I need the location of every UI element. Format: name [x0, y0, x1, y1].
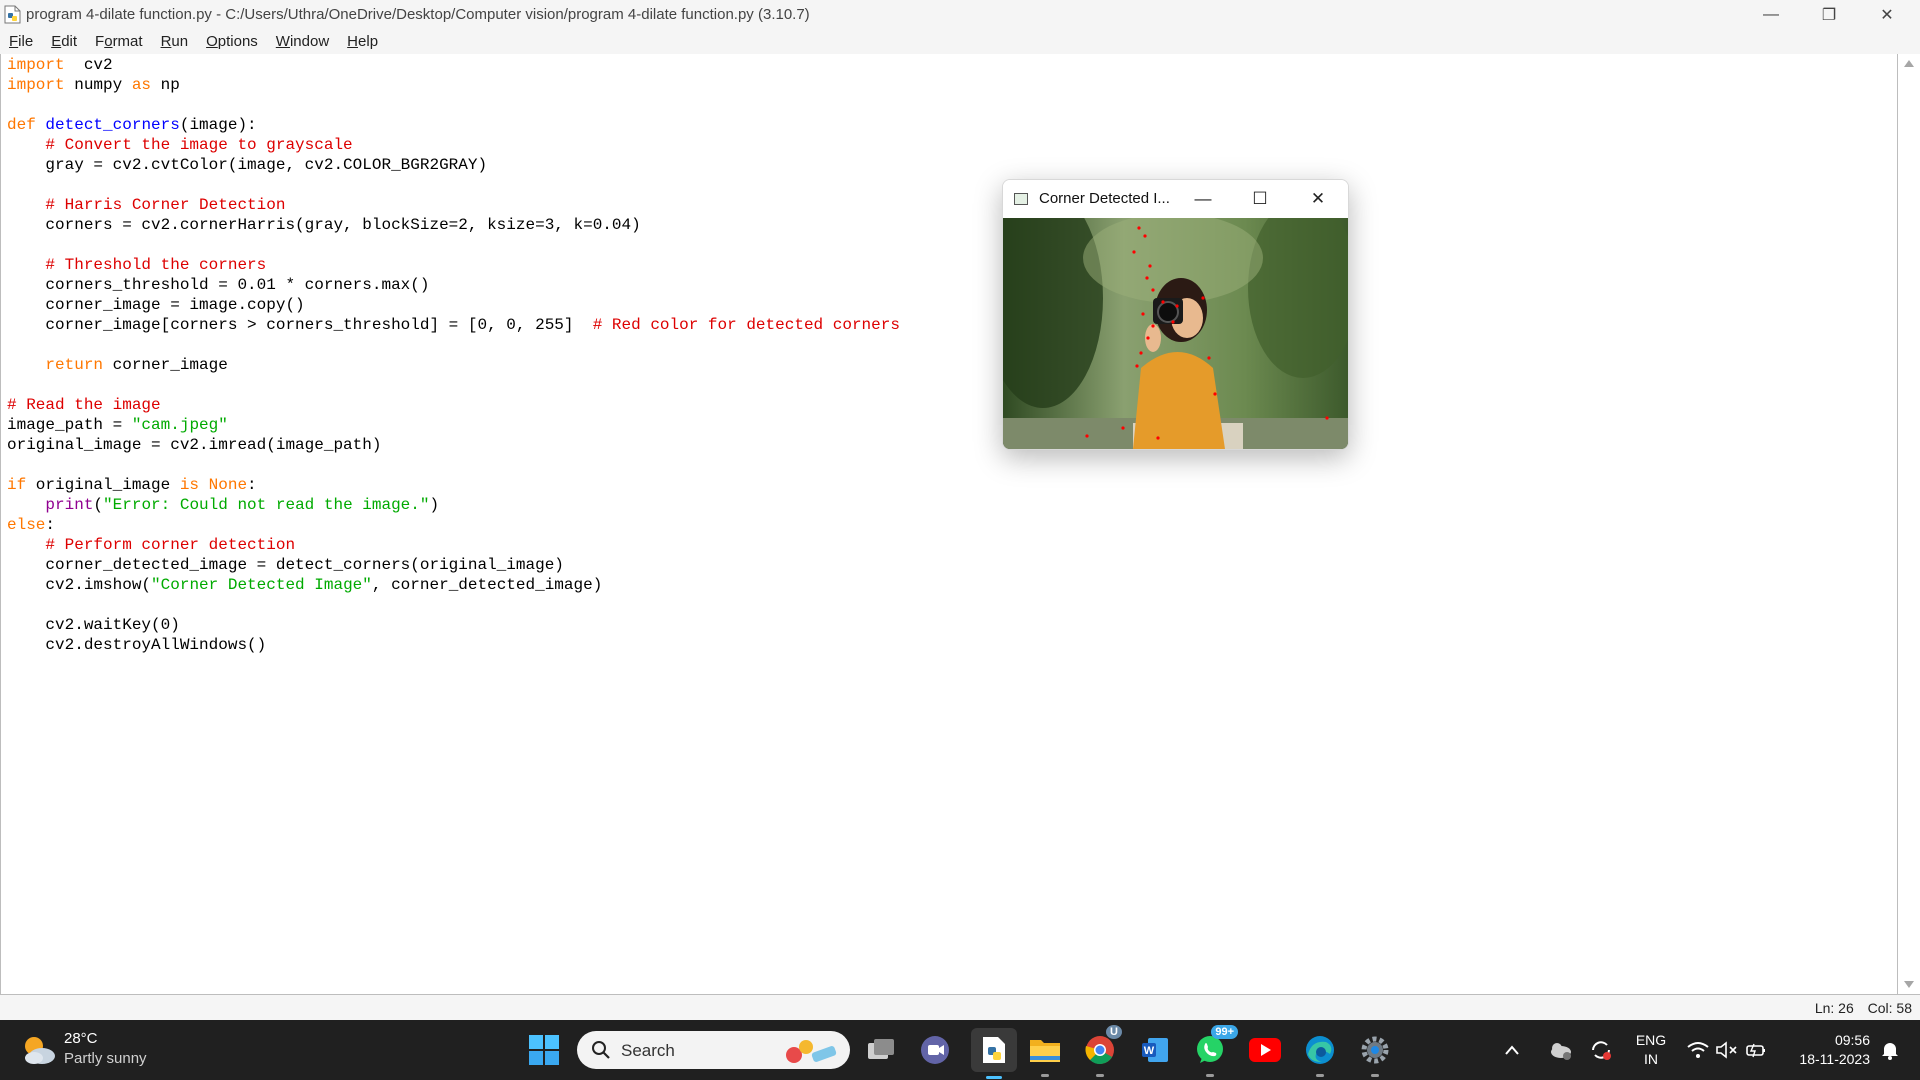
- clock-time[interactable]: 09:56: [1780, 1032, 1870, 1048]
- minimize-button[interactable]: —: [1742, 0, 1800, 29]
- menu-item-4[interactable]: Options: [197, 33, 267, 50]
- search-box[interactable]: Search: [577, 1031, 850, 1069]
- cv-title-bar[interactable]: Corner Detected I... — ☐ ✕: [1003, 180, 1348, 218]
- svg-text:W: W: [1144, 1045, 1155, 1057]
- code-line[interactable]: if original_image is None:: [7, 475, 900, 495]
- code-text[interactable]: import cv2 import numpy as np def detect_…: [7, 55, 900, 655]
- code-line[interactable]: # Convert the image to grayscale: [7, 135, 900, 155]
- menu-item-3[interactable]: Run: [152, 33, 198, 50]
- code-line[interactable]: # Harris Corner Detection: [7, 195, 900, 215]
- code-editor[interactable]: import cv2 import numpy as np def detect_…: [0, 54, 1898, 994]
- code-line[interactable]: # Perform corner detection: [7, 535, 900, 555]
- teams-chat-icon[interactable]: [915, 1030, 955, 1070]
- menu-item-5[interactable]: Window: [267, 33, 338, 50]
- code-line[interactable]: original_image = cv2.imread(image_path): [7, 435, 900, 455]
- code-line[interactable]: [7, 175, 900, 195]
- vertical-scrollbar[interactable]: [1898, 54, 1920, 994]
- cv-maximize-button[interactable]: ☐: [1232, 180, 1288, 218]
- code-line[interactable]: import cv2: [7, 55, 900, 75]
- code-line[interactable]: corner_image = image.copy(): [7, 295, 900, 315]
- code-line[interactable]: print("Error: Could not read the image."…: [7, 495, 900, 515]
- python-idle-taskbar-icon[interactable]: [971, 1028, 1017, 1079]
- cv-window-title: Corner Detected I...: [1039, 190, 1170, 207]
- edge-icon[interactable]: [1300, 1030, 1340, 1077]
- language-region[interactable]: IN: [1634, 1051, 1668, 1067]
- search-label: Search: [621, 1041, 675, 1060]
- python-file-icon: [4, 5, 21, 24]
- scroll-down-icon[interactable]: [1904, 981, 1914, 988]
- window-title: program 4-dilate function.py - C:/Users/…: [26, 6, 810, 23]
- whatsapp-unread-badge: 99+: [1211, 1025, 1238, 1039]
- code-line[interactable]: gray = cv2.cvtColor(image, cv2.COLOR_BGR…: [7, 155, 900, 175]
- settings-gear-icon[interactable]: [1355, 1030, 1395, 1077]
- chevron-up-icon[interactable]: [1502, 1030, 1522, 1070]
- task-view-icon[interactable]: [861, 1030, 901, 1070]
- clock-date[interactable]: 18-11-2023: [1780, 1051, 1870, 1067]
- code-line[interactable]: [7, 375, 900, 395]
- chrome-icon[interactable]: U: [1080, 1025, 1122, 1077]
- windows-start-icon[interactable]: [524, 1030, 564, 1070]
- code-line[interactable]: corner_detected_image = detect_corners(o…: [7, 555, 900, 575]
- menu-bar: File Edit Format Run Options Window Help: [0, 29, 1920, 54]
- code-line[interactable]: # Threshold the corners: [7, 255, 900, 275]
- status-bar: Ln: 26 Col: 58: [0, 995, 1920, 1020]
- cv-minimize-button[interactable]: —: [1175, 180, 1231, 218]
- code-line[interactable]: # Read the image: [7, 395, 900, 415]
- onedrive-cloud-icon[interactable]: [1545, 1030, 1575, 1070]
- volume-muted-icon[interactable]: [1713, 1030, 1741, 1070]
- cv-close-button[interactable]: ✕: [1290, 180, 1346, 218]
- code-line[interactable]: corner_image[corners > corners_threshold…: [7, 315, 900, 335]
- word-icon[interactable]: W: [1135, 1030, 1175, 1070]
- weather-description[interactable]: Partly sunny: [64, 1050, 147, 1067]
- code-line[interactable]: [7, 335, 900, 355]
- youtube-icon[interactable]: [1245, 1030, 1285, 1070]
- code-line[interactable]: else:: [7, 515, 900, 535]
- code-line[interactable]: return corner_image: [7, 355, 900, 375]
- code-line[interactable]: def detect_corners(image):: [7, 115, 900, 135]
- code-line[interactable]: cv2.destroyAllWindows(): [7, 635, 900, 655]
- menu-item-0[interactable]: File: [0, 33, 42, 50]
- menu-item-2[interactable]: Format: [86, 33, 152, 50]
- menu-item-1[interactable]: Edit: [42, 33, 86, 50]
- restore-button[interactable]: ❐: [1800, 0, 1858, 29]
- search-icon: [592, 1041, 610, 1059]
- code-line[interactable]: corners = cv2.cornerHarris(gray, blockSi…: [7, 215, 900, 235]
- code-line[interactable]: [7, 95, 900, 115]
- corner-detected-image: [1003, 218, 1348, 449]
- battery-icon[interactable]: [1742, 1030, 1770, 1070]
- search-highlight-icon: [786, 1040, 837, 1063]
- chrome-profile-badge: U: [1106, 1025, 1122, 1039]
- notification-bell-icon[interactable]: [1875, 1030, 1905, 1070]
- whatsapp-icon[interactable]: 99+: [1190, 1025, 1238, 1077]
- menu-item-6[interactable]: Help: [338, 33, 387, 50]
- status-line: Ln: 26: [1814, 1000, 1854, 1016]
- code-line[interactable]: [7, 235, 900, 255]
- code-line[interactable]: cv2.waitKey(0): [7, 615, 900, 635]
- code-line[interactable]: import numpy as np: [7, 75, 900, 95]
- code-line[interactable]: [7, 595, 900, 615]
- close-button[interactable]: ✕: [1858, 0, 1916, 29]
- code-line[interactable]: cv2.imshow("Corner Detected Image", corn…: [7, 575, 900, 595]
- image-window-icon: [1014, 193, 1028, 205]
- taskbar: 28°C Partly sunny Search U W 99+ ENG IN …: [0, 1020, 1920, 1080]
- corner-detected-window[interactable]: Corner Detected I... — ☐ ✕: [1002, 179, 1349, 450]
- language-indicator[interactable]: ENG: [1634, 1032, 1668, 1048]
- wifi-icon[interactable]: [1684, 1030, 1712, 1070]
- code-line[interactable]: corners_threshold = 0.01 * corners.max(): [7, 275, 900, 295]
- title-bar: program 4-dilate function.py - C:/Users/…: [0, 0, 1920, 29]
- status-col: Col: 58: [1867, 1000, 1912, 1016]
- file-explorer-icon[interactable]: [1025, 1030, 1065, 1077]
- scroll-up-icon[interactable]: [1904, 60, 1914, 67]
- sync-icon[interactable]: [1586, 1030, 1616, 1070]
- weather-temperature[interactable]: 28°C: [64, 1030, 98, 1047]
- code-line[interactable]: image_path = "cam.jpeg": [7, 415, 900, 435]
- weather-partly-sunny-icon[interactable]: [18, 1032, 58, 1068]
- code-line[interactable]: [7, 455, 900, 475]
